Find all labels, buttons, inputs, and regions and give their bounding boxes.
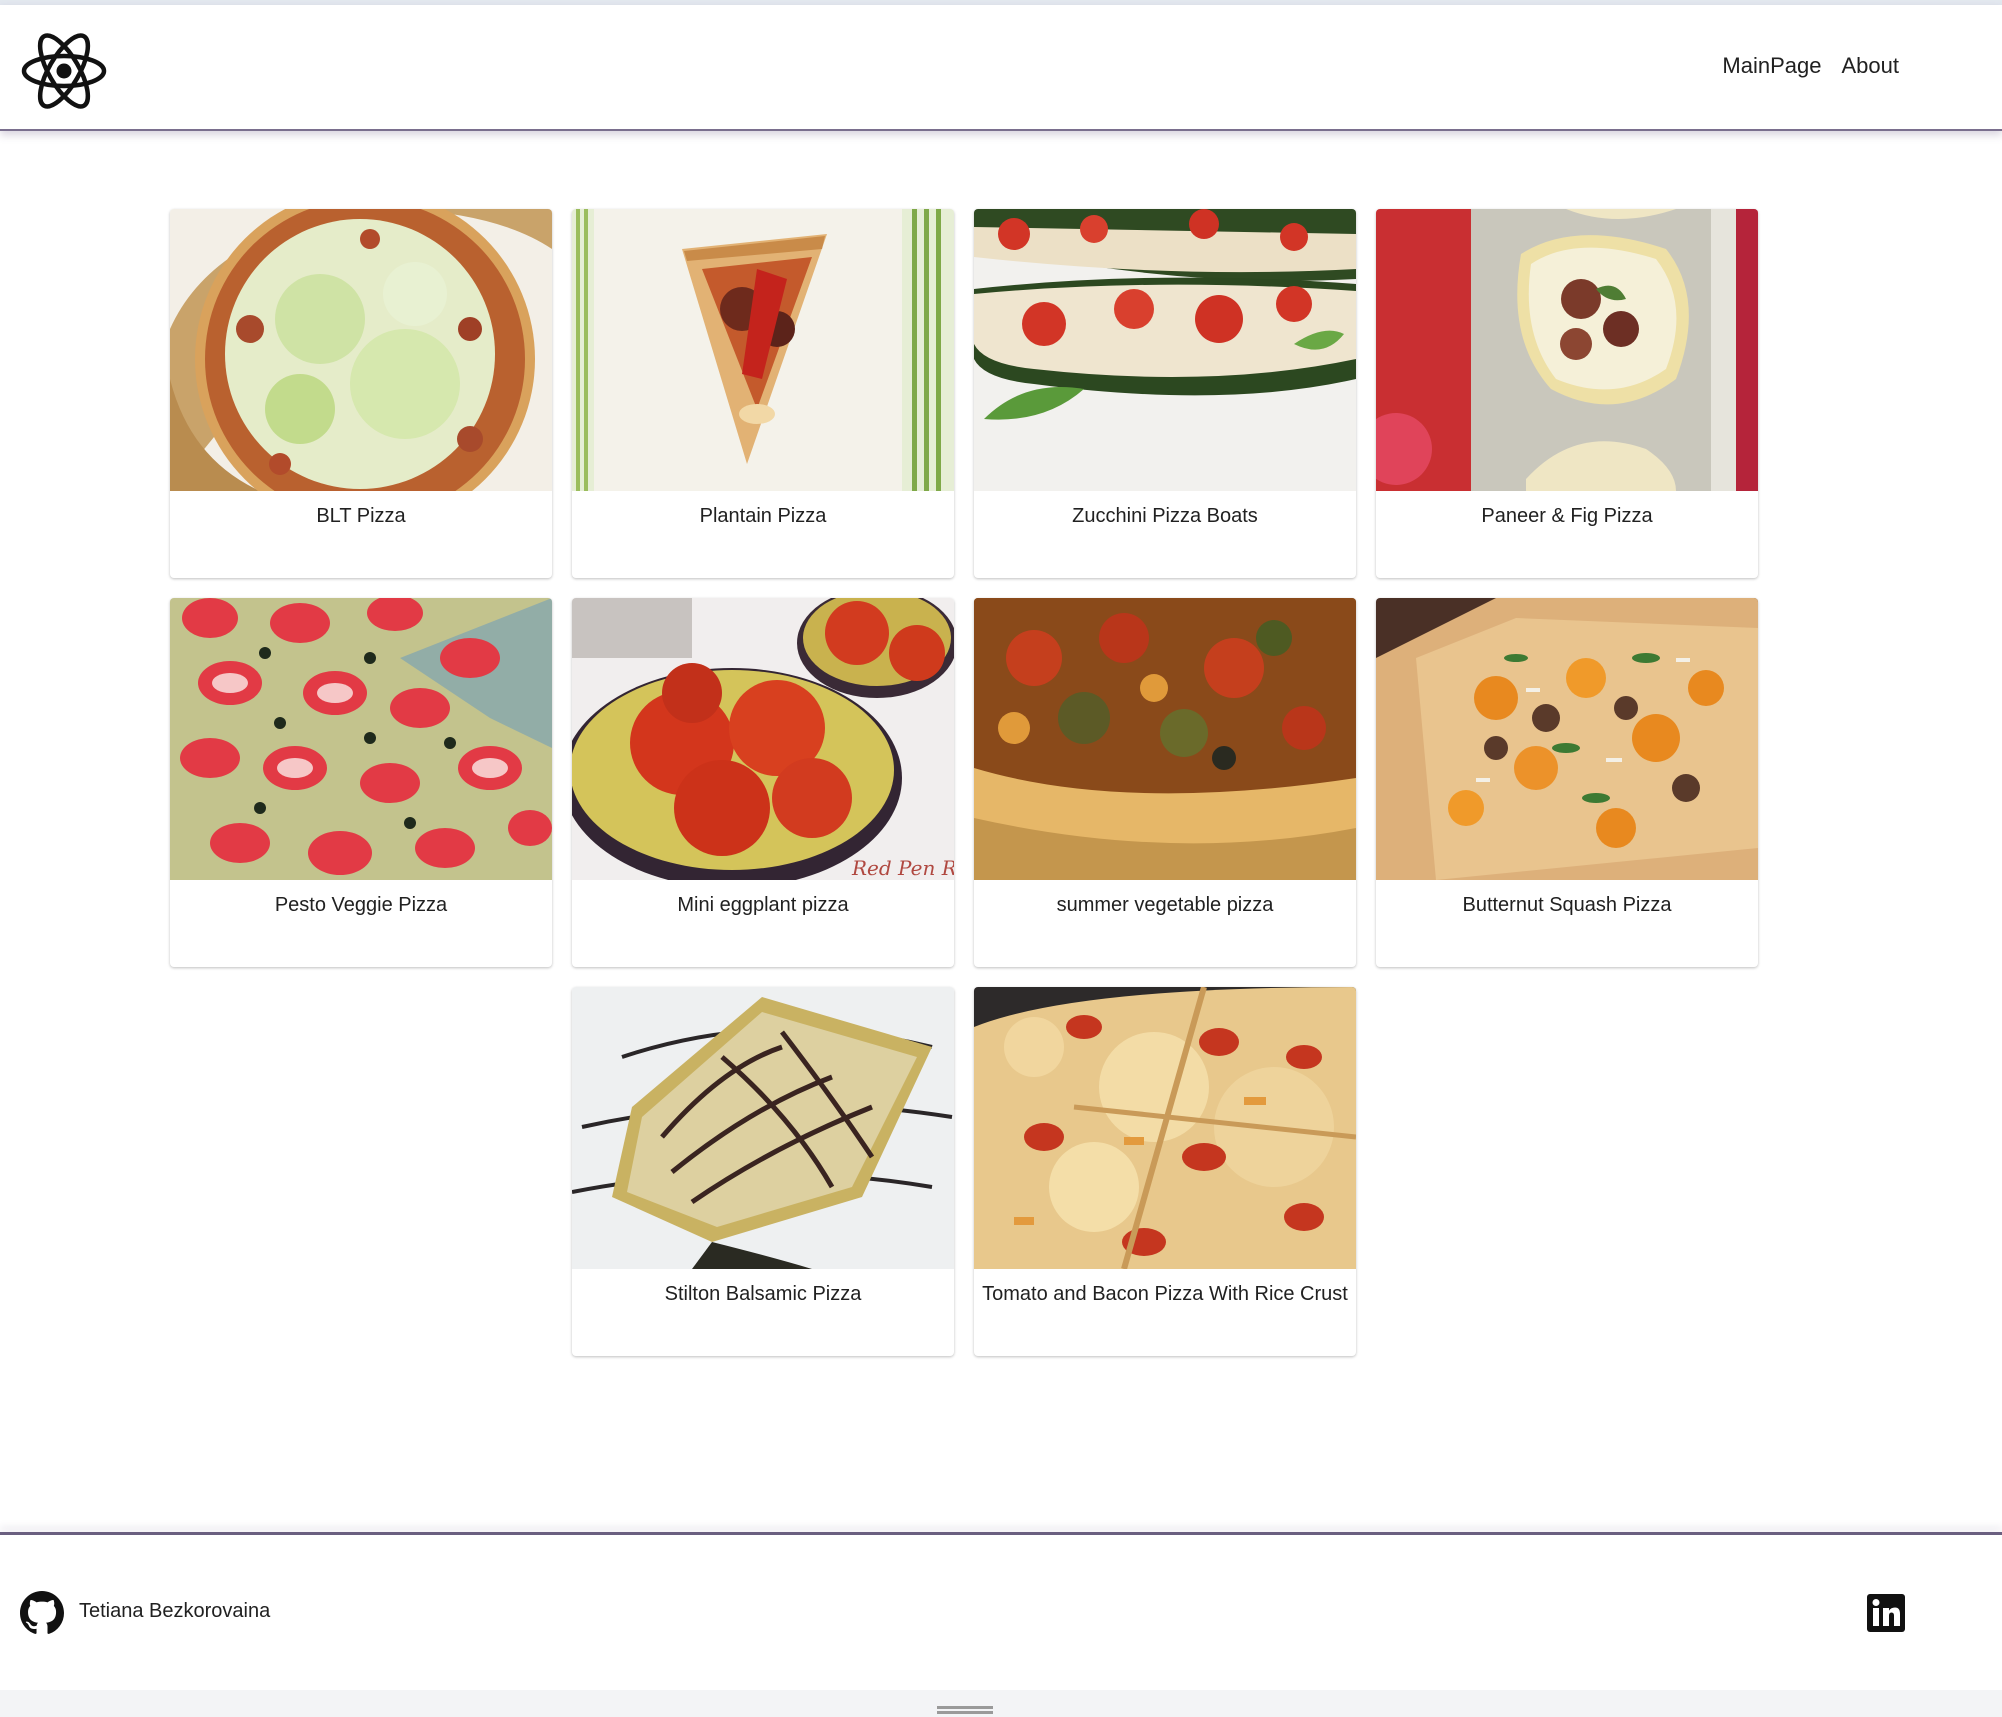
linkedin-icon[interactable] [1867, 1594, 1905, 1632]
recipe-card[interactable]: Stilton Balsamic Pizza [572, 987, 954, 1356]
atom-icon[interactable] [20, 27, 108, 115]
tomato-bacon-pizza-photo [974, 987, 1356, 1269]
nav-link-about[interactable]: About [1842, 53, 1900, 79]
author-name: Tetiana Bezkorovaina [79, 1600, 271, 1622]
paneer-fig-pizza-photo [1376, 209, 1758, 491]
recipe-title: Paneer & Fig Pizza [1481, 505, 1653, 527]
photo-watermark: Red Pen Reci [851, 856, 954, 880]
recipe-card[interactable]: Tomato and Bacon Pizza With Rice Crust [974, 987, 1356, 1356]
recipe-grid: BLT Pizza Plantain Pizza Zucchini Pizza … [170, 209, 1760, 1356]
browser-bottom-bar [0, 1690, 2002, 1717]
zucchini-pizza-boats-photo [974, 209, 1356, 491]
blt-pizza-photo [170, 209, 552, 491]
pesto-veggie-pizza-photo [170, 598, 552, 880]
recipe-card[interactable]: Pesto Veggie Pizza [170, 598, 552, 967]
recipe-card[interactable]: summer vegetable pizza [974, 598, 1356, 967]
recipe-title: Butternut Squash Pizza [1462, 894, 1672, 916]
stilton-balsamic-pizza-photo [572, 987, 954, 1269]
recipe-title: Stilton Balsamic Pizza [664, 1283, 862, 1305]
butternut-squash-pizza-photo [1376, 598, 1758, 880]
site-header: MainPage About [0, 5, 2002, 131]
recipe-card[interactable]: Plantain Pizza [572, 209, 954, 578]
recipe-title: Pesto Veggie Pizza [274, 894, 448, 916]
summer-vegetable-pizza-photo [974, 598, 1356, 880]
resize-handle[interactable] [937, 1706, 993, 1709]
recipe-title: Zucchini Pizza Boats [1072, 505, 1258, 527]
mini-eggplant-pizza-photo: Red Pen Reci [572, 598, 954, 880]
recipe-title: Plantain Pizza [699, 505, 827, 527]
plantain-pizza-photo [572, 209, 954, 491]
recipe-card[interactable]: Zucchini Pizza Boats [974, 209, 1356, 578]
nav-link-mainpage[interactable]: MainPage [1722, 53, 1821, 79]
recipe-card[interactable]: Paneer & Fig Pizza [1376, 209, 1758, 578]
recipe-title: Tomato and Bacon Pizza With Rice Crust [982, 1283, 1348, 1305]
main-nav: MainPage About [1722, 53, 1899, 79]
recipe-card[interactable]: BLT Pizza [170, 209, 552, 578]
site-footer: Tetiana Bezkorovaina [0, 1535, 2002, 1690]
recipe-title: BLT Pizza [316, 505, 406, 527]
github-icon[interactable] [20, 1591, 64, 1635]
recipe-card[interactable]: Butternut Squash Pizza [1376, 598, 1758, 967]
recipe-title: summer vegetable pizza [1056, 894, 1274, 916]
recipe-title: Mini eggplant pizza [677, 894, 849, 916]
recipe-card[interactable]: Red Pen Reci Mini eggplant pizza [572, 598, 954, 967]
